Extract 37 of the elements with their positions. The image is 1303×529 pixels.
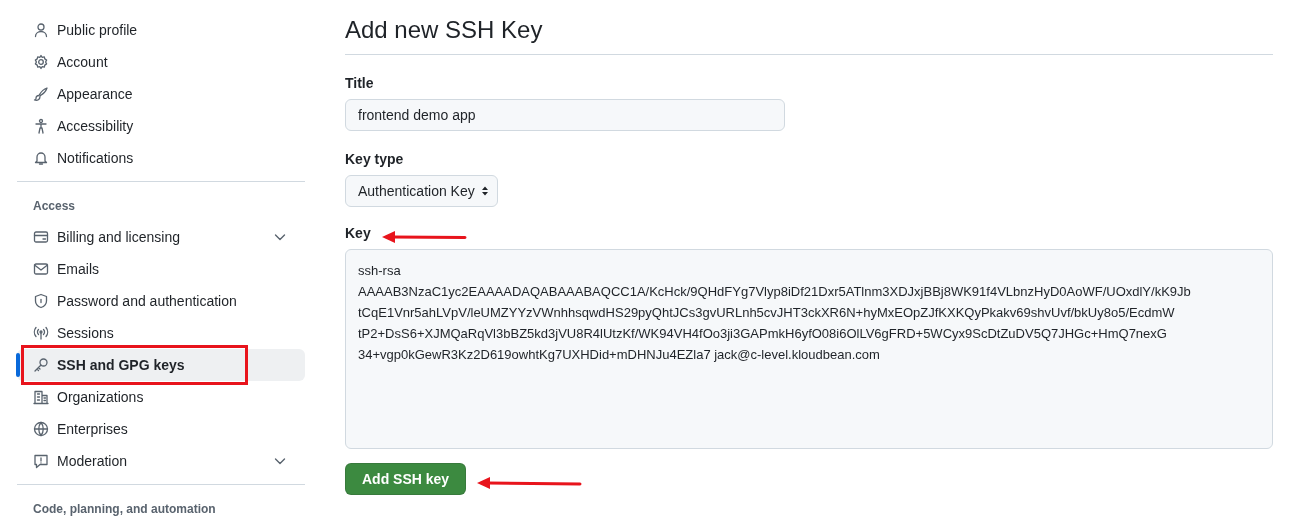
shield-icon <box>33 293 49 309</box>
section-heading: Access <box>32 198 77 215</box>
gear-icon <box>33 54 49 70</box>
person-icon <box>33 22 49 38</box>
sidebar-item[interactable]: SSH and GPG keys <box>17 349 305 381</box>
section-heading: Code, planning, and automation <box>32 501 217 518</box>
report-icon <box>33 453 49 469</box>
title-field[interactable]: frontend demo app <box>345 99 785 131</box>
mail-icon <box>33 261 49 277</box>
page-title: Add new SSH Key <box>345 16 1273 55</box>
sidebar-item[interactable]: Password and authentication <box>17 285 305 317</box>
field-label: Title <box>345 75 374 91</box>
bell-icon <box>33 150 49 166</box>
sidebar-item[interactable]: Emails <box>17 253 305 285</box>
sidebar-item[interactable]: Billing and licensing <box>17 221 305 253</box>
sidebar-item[interactable]: Accessibility <box>17 110 305 142</box>
sidebar-item[interactable]: Moderation <box>17 445 305 477</box>
field-label: Key type <box>345 151 404 167</box>
sort-arrows-icon <box>480 185 489 197</box>
sidebar-item[interactable]: Public profile <box>17 14 305 46</box>
sidebar-item[interactable]: Appearance <box>17 78 305 110</box>
sidebar-item[interactable]: Account <box>17 46 305 78</box>
globe-icon <box>33 421 49 437</box>
field-label: Key <box>345 225 371 241</box>
key-textarea[interactable]: ssh-rsa AAAAB3NzaC1yc2EAAAADAQABAAABAQCC1A/KcHck/9QHdFYg7Vlyp8iDf21Dxr5ATlnm3XDJxjBBj8WK91f4VLbnzHyD0AoWF/UOxdlY/kK9Jb tCqE1Vnr5ahLVpV/leUMZYYzVWnhhsqwdHS29pyQhtJCs3gvURLnh5cvJHT3ckXR6N+hyMxEOpZJfKXKQyPkakv69shvUvf/bkUy8o5/EcdmW tP2+DsS6+XJMQaRqVl3bBZ5kd3jVU8R4lUtzKf/WK94VH4fOo3ji3GAPmkH6yfO08i6OlLV6gFRD+5WCyx9ScDtZuDV5Q7JHGc+HmQ7nexG 34+vgp0kGewR3Kz2D619owhtKg7UXHDid+mDHNJu4EZla7 jack@c-level.kloudbean.com <box>345 249 1273 449</box>
key-icon <box>33 357 49 373</box>
add-ssh-key-button[interactable]: Add SSH key <box>345 463 467 495</box>
sidebar-item[interactable]: Organizations <box>17 381 305 413</box>
key-type-select[interactable]: Authentication Key <box>345 175 498 207</box>
broadcast-icon <box>33 325 49 341</box>
sidebar-item[interactable]: Sessions <box>17 317 305 349</box>
sidebar-item[interactable]: Notifications <box>17 142 305 174</box>
paintbrush-icon <box>33 86 49 102</box>
accessibility-icon <box>33 118 49 134</box>
sidebar-item[interactable]: Enterprises <box>17 413 305 445</box>
building-icon <box>33 389 49 405</box>
credit-card-icon <box>33 229 49 245</box>
